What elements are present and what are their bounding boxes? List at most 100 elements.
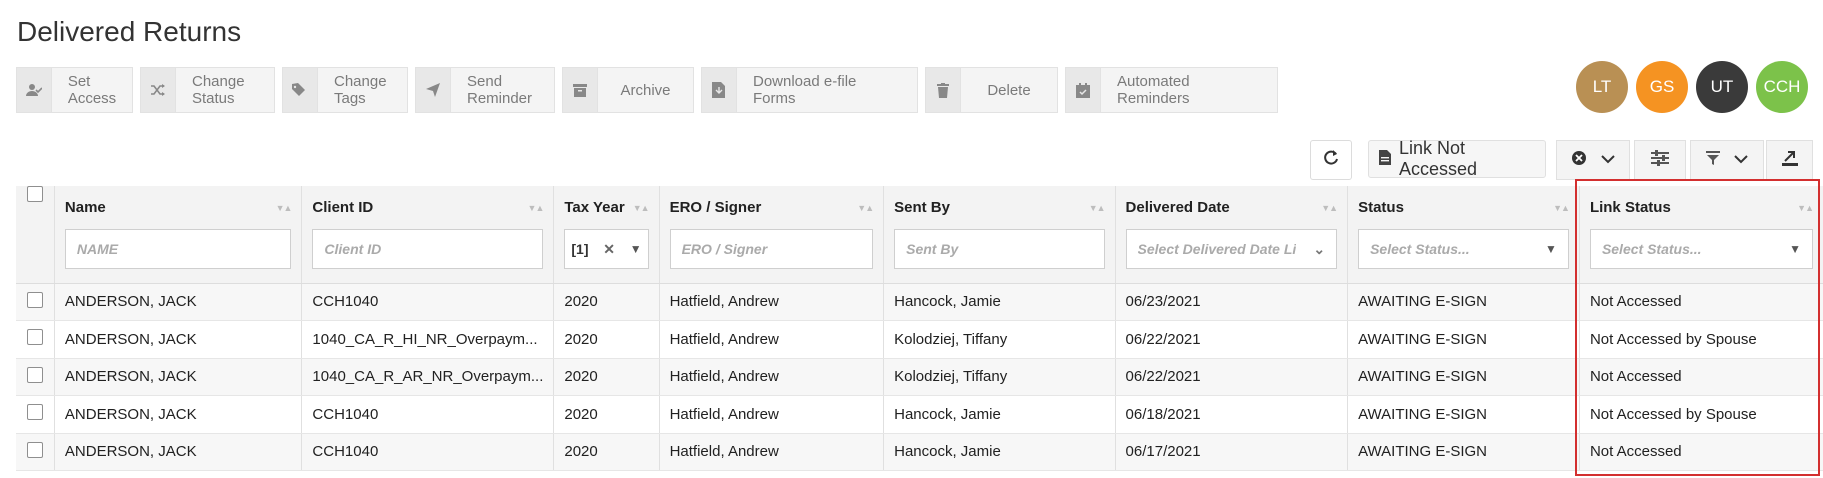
sort-icon[interactable]: ▼▲ xyxy=(1553,203,1570,213)
table-row[interactable]: ANDERSON, JACK CCH1040 2020 Hatfield, An… xyxy=(16,283,1823,321)
change-status-label: Change Status xyxy=(192,73,245,107)
sort-icon[interactable]: ▼▲ xyxy=(633,203,650,213)
cell-tax-year: 2020 xyxy=(553,358,660,396)
row-checkbox[interactable] xyxy=(26,366,43,383)
cell-name: ANDERSON, JACK xyxy=(54,433,303,471)
cell-link-status: Not Accessed xyxy=(1579,283,1823,321)
archive-label: Archive xyxy=(620,81,671,99)
user-check-icon xyxy=(17,68,52,112)
cell-ero-signer: Hatfield, Andrew xyxy=(659,283,885,321)
delivered-date-filter-select[interactable]: Select Delivered Date Li ⌄ xyxy=(1125,229,1338,269)
column-label: Status xyxy=(1358,199,1404,216)
select-all-checkbox[interactable] xyxy=(26,186,43,202)
saved-filter-chip[interactable]: Link Not Accessed xyxy=(1368,138,1546,179)
name-filter-input[interactable]: NAME xyxy=(64,229,292,269)
change-tags-button[interactable]: Change Tags xyxy=(282,67,408,113)
status-filter-select[interactable]: Select Status... ▼ xyxy=(1358,229,1569,269)
column-header-status: Status ▼▲ Select Status... ▼ xyxy=(1347,186,1580,284)
sort-icon[interactable]: ▼▲ xyxy=(1321,203,1338,213)
refresh-button[interactable] xyxy=(1310,140,1352,180)
set-access-button[interactable]: Set Access xyxy=(16,67,133,113)
close-icon[interactable]: ✕ xyxy=(603,241,615,258)
delete-label: Delete xyxy=(987,81,1031,99)
column-header-delivered-date: Delivered Date ▼▲ Select Delivered Date L… xyxy=(1115,186,1349,284)
chevron-down-icon[interactable] xyxy=(1601,151,1615,169)
close-circle-icon[interactable] xyxy=(1571,150,1587,171)
archive-button[interactable]: Archive xyxy=(562,67,694,113)
filter-dropdown[interactable] xyxy=(1690,140,1764,180)
cell-ero-signer: Hatfield, Andrew xyxy=(659,395,885,434)
ero-signer-filter-input[interactable]: ERO / Signer xyxy=(669,229,874,269)
row-checkbox[interactable] xyxy=(26,329,43,346)
shuffle-icon xyxy=(141,68,176,112)
row-checkbox[interactable] xyxy=(26,441,43,458)
chevron-down-icon[interactable]: ▼ xyxy=(630,242,642,256)
clear-filter-dropdown[interactable] xyxy=(1556,140,1630,180)
sort-icon[interactable]: ▼▲ xyxy=(857,203,874,213)
sent-by-filter-input[interactable]: Sent By xyxy=(894,229,1105,269)
change-status-button[interactable]: Change Status xyxy=(140,67,275,113)
cell-tax-year: 2020 xyxy=(553,320,660,359)
cell-status: AWAITING E-SIGN xyxy=(1347,283,1580,321)
calendar-check-icon xyxy=(1066,68,1101,112)
chevron-down-icon[interactable]: ⌄ xyxy=(1313,241,1325,258)
cell-client-id: CCH1040 xyxy=(301,395,555,434)
chevron-down-icon[interactable] xyxy=(1734,151,1748,169)
avatar[interactable]: UT xyxy=(1696,61,1748,113)
cell-sent-by: Hancock, Jamie xyxy=(883,395,1116,434)
cell-sent-by: Hancock, Jamie xyxy=(883,283,1116,321)
cell-link-status: Not Accessed xyxy=(1579,433,1823,471)
avatar[interactable]: LT xyxy=(1576,61,1628,113)
table-row[interactable]: ANDERSON, JACK 1040_CA_R_HI_NR_Overpaym.… xyxy=(16,320,1823,359)
cell-delivered-date: 06/22/2021 xyxy=(1115,320,1349,359)
cell-name: ANDERSON, JACK xyxy=(54,320,303,359)
row-checkbox[interactable] xyxy=(26,291,43,308)
tax-year-filter-value: [1] xyxy=(571,241,589,257)
column-header-link-status: Link Status ▼▲ Select Status... ▼ xyxy=(1579,186,1823,284)
cell-ero-signer: Hatfield, Andrew xyxy=(659,358,885,396)
sort-icon[interactable]: ▼▲ xyxy=(528,203,545,213)
chevron-down-icon[interactable]: ▼ xyxy=(1789,242,1801,256)
send-reminder-button[interactable]: Send Reminder xyxy=(415,67,555,113)
cell-tax-year: 2020 xyxy=(553,433,660,471)
column-settings-button[interactable] xyxy=(1634,140,1686,180)
table-row[interactable]: ANDERSON, JACK CCH1040 2020 Hatfield, An… xyxy=(16,433,1823,471)
link-status-filter-select[interactable]: Select Status... ▼ xyxy=(1589,229,1813,269)
sliders-icon xyxy=(1651,149,1669,171)
cell-client-id: CCH1040 xyxy=(301,433,555,471)
cell-sent-by: Hancock, Jamie xyxy=(883,433,1116,471)
avatar[interactable]: GS xyxy=(1636,61,1688,113)
delete-button[interactable]: Delete xyxy=(925,67,1058,113)
client-id-filter-input[interactable]: Client ID xyxy=(312,229,544,269)
cell-status: AWAITING E-SIGN xyxy=(1347,320,1580,359)
automated-reminders-button[interactable]: Automated Reminders xyxy=(1065,67,1278,113)
chevron-down-icon[interactable]: ▼ xyxy=(1545,242,1557,256)
cell-delivered-date: 06/23/2021 xyxy=(1115,283,1349,321)
returns-table: Name ▼▲ NAME Client ID ▼▲ Client ID Tax Ye… xyxy=(16,186,1823,471)
automated-reminders-label: Automated Reminders xyxy=(1117,73,1190,107)
saved-filter-label: Link Not Accessed xyxy=(1399,138,1478,179)
download-efile-forms-button[interactable]: Download e-file Forms xyxy=(701,67,918,113)
tax-year-filter-select[interactable]: [1] ✕ ▼ xyxy=(564,229,649,269)
cell-ero-signer: Hatfield, Andrew xyxy=(659,433,885,471)
sort-icon[interactable]: ▼▲ xyxy=(1797,203,1814,213)
tags-icon xyxy=(283,68,318,112)
cell-client-id: 1040_CA_R_HI_NR_Overpaym... xyxy=(301,320,555,359)
table-row[interactable]: ANDERSON, JACK CCH1040 2020 Hatfield, An… xyxy=(16,395,1823,434)
avatar-group: LT GS UT CCH xyxy=(1576,61,1808,113)
row-checkbox[interactable] xyxy=(26,404,43,421)
column-header-name: Name ▼▲ NAME xyxy=(54,186,303,284)
export-icon xyxy=(1781,150,1798,171)
column-label: ERO / Signer xyxy=(669,199,762,216)
export-button[interactable] xyxy=(1766,140,1813,180)
cell-tax-year: 2020 xyxy=(553,283,660,321)
table-row[interactable]: ANDERSON, JACK 1040_CA_R_AR_NR_Overpaym.… xyxy=(16,358,1823,396)
column-label: Name xyxy=(64,199,106,216)
set-access-label: Set Access xyxy=(67,73,117,107)
avatar[interactable]: CCH xyxy=(1756,61,1808,113)
sort-icon[interactable]: ▼▲ xyxy=(1089,203,1106,213)
column-label: Delivered Date xyxy=(1125,199,1230,216)
cell-sent-by: Kolodziej, Tiffany xyxy=(883,358,1116,396)
cell-tax-year: 2020 xyxy=(553,395,660,434)
sort-icon[interactable]: ▼▲ xyxy=(276,203,293,213)
